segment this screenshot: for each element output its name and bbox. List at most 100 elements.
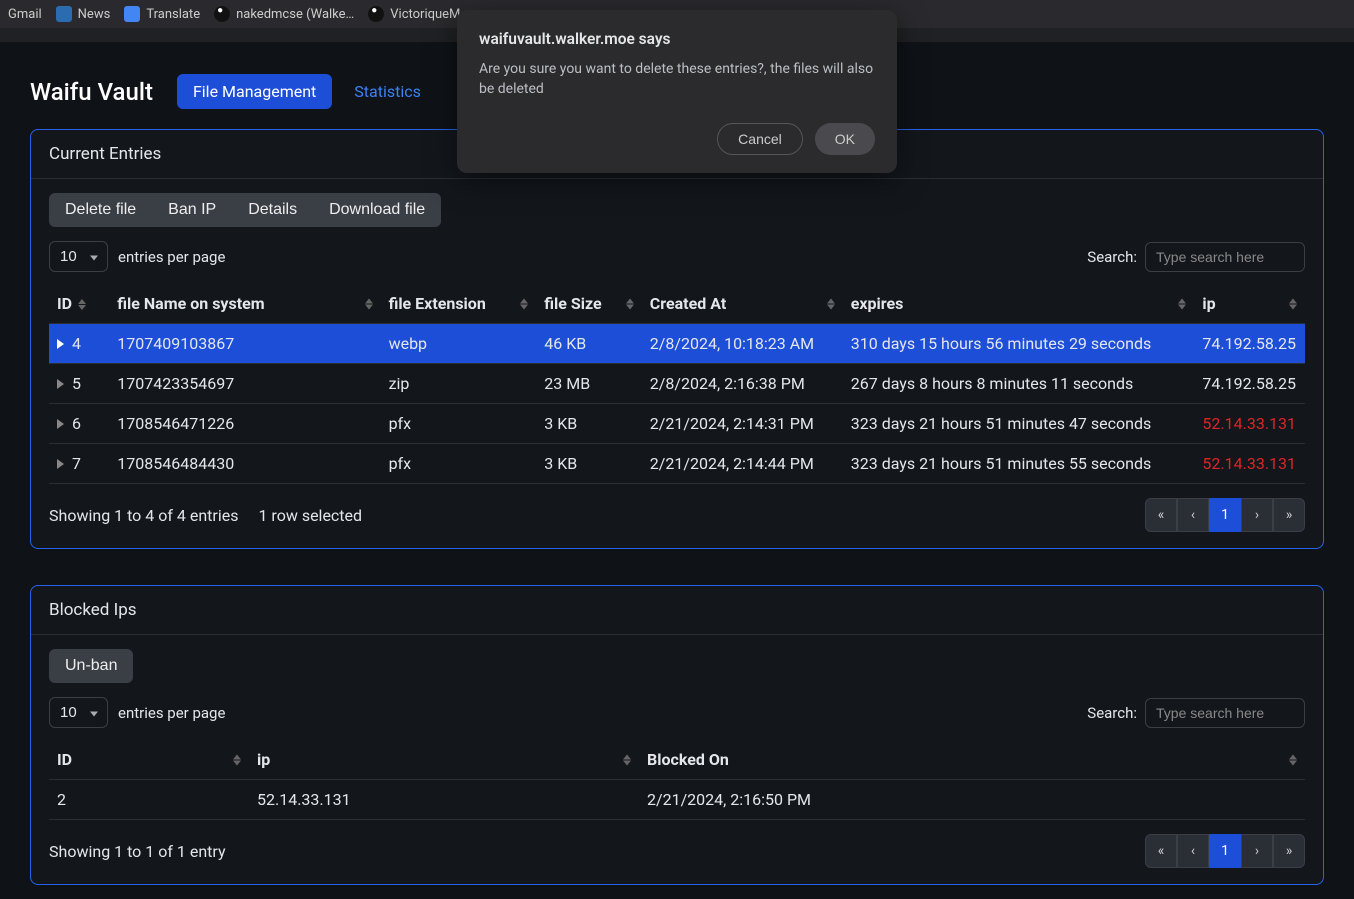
entries-showing-text: Showing 1 to 4 of 4 entries	[49, 506, 238, 525]
sort-down-icon	[827, 304, 835, 309]
cell-size: 3 KB	[536, 404, 642, 444]
cell-ip: 52.14.33.131	[249, 780, 639, 820]
news-icon	[56, 6, 72, 22]
bpage-next-button[interactable]: ›	[1241, 834, 1273, 868]
sort-up-icon	[365, 298, 373, 303]
cell-expires: 310 days 15 hours 56 minutes 29 seconds	[843, 324, 1195, 364]
bcol-ip[interactable]: ip	[249, 740, 639, 780]
cell-id: 6	[72, 414, 81, 433]
dialog-cancel-button[interactable]: Cancel	[717, 123, 803, 155]
entries-per-page-label: entries per page	[118, 248, 225, 266]
bookmark-github-1[interactable]: nakedmcse (Walke…	[214, 6, 354, 22]
sort-down-icon	[1178, 304, 1186, 309]
cell-ip: 74.192.58.25	[1194, 364, 1305, 404]
page-prev-button[interactable]: ‹	[1177, 498, 1209, 532]
sort-down-icon	[1289, 304, 1297, 309]
table-row[interactable]: 252.14.33.1312/21/2024, 2:16:50 PM	[49, 780, 1305, 820]
unban-button[interactable]: Un-ban	[49, 649, 133, 683]
sort-down-icon	[365, 304, 373, 309]
col-expires[interactable]: expires	[843, 284, 1195, 324]
entries-page-size-select-wrap: 10	[49, 241, 108, 272]
expand-icon[interactable]	[57, 419, 64, 429]
tab-statistics[interactable]: Statistics	[338, 74, 437, 109]
cell-created: 2/21/2024, 2:14:44 PM	[642, 444, 843, 484]
panel-title-blocked: Blocked Ips	[31, 586, 1323, 635]
page-first-button[interactable]: «	[1145, 498, 1177, 532]
cell-created: 2/21/2024, 2:14:31 PM	[642, 404, 843, 444]
expand-icon[interactable]	[57, 379, 64, 389]
cell-expires: 323 days 21 hours 51 minutes 55 seconds	[843, 444, 1195, 484]
blocked-ips-panel: Blocked Ips Un-ban 10 entries per page S…	[30, 585, 1324, 885]
bookmark-news[interactable]: News	[56, 6, 111, 22]
page-1-button[interactable]: 1	[1209, 498, 1241, 532]
bpage-1-button[interactable]: 1	[1209, 834, 1241, 868]
table-row[interactable]: 51707423354697zip23 MB2/8/2024, 2:16:38 …	[49, 364, 1305, 404]
bcol-id[interactable]: ID	[49, 740, 249, 780]
app-title: Waifu Vault	[30, 78, 153, 106]
cell-extension: zip	[381, 364, 537, 404]
sort-up-icon	[1178, 298, 1186, 303]
page-next-button[interactable]: ›	[1241, 498, 1273, 532]
entries-selected-text: 1 row selected	[258, 506, 362, 525]
cell-filename: 1708546484430	[109, 444, 380, 484]
cell-extension: pfx	[381, 404, 537, 444]
blocked-per-page-label: entries per page	[118, 704, 225, 722]
col-extension[interactable]: file Extension	[381, 284, 537, 324]
table-row[interactable]: 41707409103867webp46 KB2/8/2024, 10:18:2…	[49, 324, 1305, 364]
entries-search-label: Search:	[1087, 248, 1137, 266]
entries-page-size-select[interactable]: 10	[49, 241, 108, 272]
entries-pagination: « ‹ 1 › »	[1145, 498, 1305, 532]
cell-id: 2	[49, 780, 249, 820]
table-row[interactable]: 71708546484430pfx3 KB2/21/2024, 2:14:44 …	[49, 444, 1305, 484]
cell-id: 4	[72, 334, 81, 353]
details-button[interactable]: Details	[232, 193, 313, 227]
col-filename[interactable]: file Name on system	[109, 284, 380, 324]
blocked-pagination: « ‹ 1 › »	[1145, 834, 1305, 868]
sort-up-icon	[78, 299, 86, 304]
tab-file-management[interactable]: File Management	[177, 74, 332, 109]
cell-ip: 74.192.58.25	[1194, 324, 1305, 364]
cell-expires: 323 days 21 hours 51 minutes 47 seconds	[843, 404, 1195, 444]
col-created[interactable]: Created At	[642, 284, 843, 324]
sort-down-icon	[623, 760, 631, 765]
expand-icon[interactable]	[57, 459, 64, 469]
cell-filename: 1708546471226	[109, 404, 380, 444]
page-last-button[interactable]: »	[1273, 498, 1305, 532]
blocked-page-size-select[interactable]: 10	[49, 697, 108, 728]
sort-up-icon	[623, 754, 631, 759]
blocked-search-label: Search:	[1087, 704, 1137, 722]
blocked-toolbar: Un-ban	[49, 649, 1305, 683]
table-row[interactable]: 6 1708546471226pfx3 KB2/21/2024, 2:14:31 …	[49, 404, 1305, 444]
dialog-ok-button[interactable]: OK	[815, 123, 875, 155]
blocked-search-input[interactable]	[1145, 698, 1305, 728]
sort-down-icon	[1289, 760, 1297, 765]
bpage-first-button[interactable]: «	[1145, 834, 1177, 868]
nav-tabs: File Management Statistics Use	[177, 74, 502, 109]
cell-size: 3 KB	[536, 444, 642, 484]
bookmark-gmail[interactable]: Gmail	[8, 7, 42, 22]
cell-created: 2/8/2024, 10:18:23 AM	[642, 324, 843, 364]
bookmark-github-2[interactable]: VictoriqueM…	[368, 6, 469, 22]
cell-filename: 1707423354697	[109, 364, 380, 404]
ban-ip-button[interactable]: Ban IP	[152, 193, 232, 227]
col-size[interactable]: file Size	[536, 284, 642, 324]
bpage-last-button[interactable]: »	[1273, 834, 1305, 868]
delete-file-button[interactable]: Delete file	[49, 193, 152, 227]
dialog-title: waifuvault.walker.moe says	[479, 30, 875, 48]
sort-up-icon	[520, 298, 528, 303]
blocked-table: ID ip Blocked On 252.14.33.1312/21/2024,…	[49, 740, 1305, 820]
bcol-blocked-on[interactable]: Blocked On	[639, 740, 1305, 780]
download-file-button[interactable]: Download file	[313, 193, 441, 227]
sort-down-icon	[78, 305, 86, 310]
expand-icon[interactable]	[57, 339, 64, 349]
entries-table: ID file Name on system file Extension fi…	[49, 284, 1305, 484]
col-id[interactable]: ID	[49, 284, 109, 324]
bpage-prev-button[interactable]: ‹	[1177, 834, 1209, 868]
bookmark-translate[interactable]: Translate	[124, 6, 200, 22]
col-ip[interactable]: ip	[1194, 284, 1305, 324]
blocked-showing-text: Showing 1 to 1 of 1 entry	[49, 842, 226, 861]
github-icon	[368, 6, 384, 22]
sort-down-icon	[626, 304, 634, 309]
entries-search-input[interactable]	[1145, 242, 1305, 272]
cell-size: 46 KB	[536, 324, 642, 364]
